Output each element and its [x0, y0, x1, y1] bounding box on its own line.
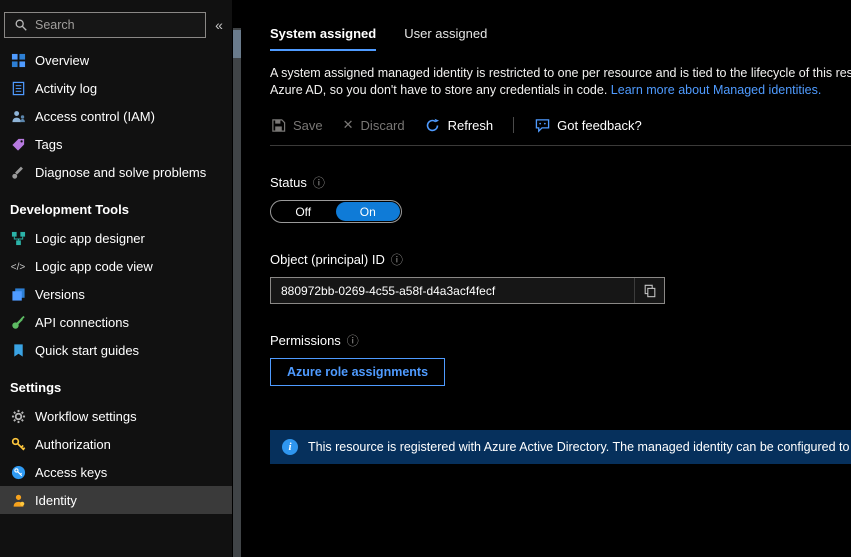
sidebar-item-identity[interactable]: Identity [0, 486, 232, 514]
sidebar-search-row: « [0, 0, 232, 46]
permissions-label: Permissions [270, 333, 341, 348]
sidebar-item-workflow-settings[interactable]: Workflow settings [0, 402, 232, 430]
sidebar-item-label: Overview [35, 52, 90, 68]
object-id-input[interactable] [271, 278, 634, 303]
toolbar-divider [270, 145, 851, 146]
sidebar-item-label: Versions [35, 286, 85, 302]
sidebar-item-activity-log[interactable]: Activity log [0, 74, 232, 102]
sidebar-section-settings: Settings [10, 379, 62, 395]
toggle-off-option[interactable]: Off [271, 205, 336, 219]
sidebar-scrollbar[interactable] [232, 0, 242, 557]
key-icon [10, 436, 26, 452]
resource-sidebar: « Overview Activity log Access control (… [0, 0, 232, 557]
info-banner: i This resource is registered with Azure… [270, 430, 851, 464]
save-button[interactable]: Save [270, 117, 323, 133]
azure-role-assignments-button[interactable]: Azure role assignments [270, 358, 446, 386]
access-control-icon [10, 108, 26, 124]
banner-text: This resource is registered with Azure A… [308, 440, 851, 454]
permissions-info-icon[interactable]: ⓘ [347, 332, 359, 349]
quick-start-icon [10, 342, 26, 358]
sidebar-item-label: Access keys [35, 464, 108, 480]
discard-icon: ✕ [342, 117, 354, 132]
feedback-icon [534, 117, 550, 133]
sidebar-item-quick-start-guides[interactable]: Quick start guides [0, 336, 232, 364]
sidebar-item-label: Authorization [35, 436, 111, 452]
scrollbar-thumb[interactable] [233, 30, 241, 58]
sidebar-section-development-tools: Development Tools [10, 201, 129, 217]
sidebar-item-tags[interactable]: Tags [0, 130, 232, 158]
collapse-sidebar-icon[interactable]: « [210, 17, 228, 33]
refresh-icon [425, 117, 441, 133]
sidebar-item-logic-app-code-view[interactable]: </> Logic app code view [0, 252, 232, 280]
identity-pane: System assigned User assigned A system a… [242, 0, 851, 557]
api-connections-icon [10, 314, 26, 330]
feedback-label: Got feedback? [557, 117, 642, 133]
description-line2-text: Azure AD, so you don't have to store any… [270, 83, 608, 97]
identity-icon [10, 492, 26, 508]
discard-label: Discard [360, 117, 405, 133]
search-icon [13, 17, 29, 33]
description-line1: A system assigned managed identity is re… [270, 66, 851, 80]
object-id-field [270, 277, 665, 304]
status-label-row: Status ⓘ [270, 174, 851, 191]
learn-more-link[interactable]: Learn more about Managed identities. [611, 83, 822, 97]
search-box[interactable] [4, 12, 206, 38]
sidebar-item-label: Workflow settings [35, 408, 137, 424]
sidebar-item-label: API connections [35, 314, 129, 330]
status-info-icon[interactable]: ⓘ [313, 174, 325, 191]
tab-user-assigned[interactable]: User assigned [404, 26, 487, 51]
discard-button[interactable]: ✕ Discard [343, 117, 405, 133]
sidebar-item-label: Access control (IAM) [35, 108, 155, 124]
status-toggle[interactable]: Off On [270, 200, 402, 223]
object-id-label: Object (principal) ID [270, 252, 385, 267]
designer-icon [10, 230, 26, 246]
tab-system-assigned[interactable]: System assigned [270, 26, 377, 51]
save-label: Save [293, 117, 323, 133]
tag-icon [10, 136, 26, 152]
sidebar-item-label: Diagnose and solve problems [35, 164, 207, 180]
status-label: Status [270, 175, 307, 190]
save-icon [270, 117, 286, 133]
sidebar-item-logic-app-designer[interactable]: Logic app designer [0, 224, 232, 252]
code-view-icon: </> [10, 258, 26, 274]
activity-log-icon [10, 80, 26, 96]
overview-icon [10, 52, 26, 68]
sidebar-item-versions[interactable]: Versions [0, 280, 232, 308]
sidebar-item-api-connections[interactable]: API connections [0, 308, 232, 336]
description: A system assigned managed identity is re… [270, 65, 851, 99]
command-bar: Save ✕ Discard Refresh Got feedback? [270, 117, 851, 133]
copy-icon [642, 283, 658, 299]
refresh-button[interactable]: Refresh [425, 117, 494, 133]
azure-portal-window: « Overview Activity log Access control (… [0, 0, 851, 557]
sidebar-item-label: Logic app code view [35, 258, 153, 274]
sidebar-item-label: Activity log [35, 80, 98, 96]
feedback-button[interactable]: Got feedback? [534, 117, 642, 133]
svg-text:</>: </> [11, 262, 26, 273]
tab-bar: System assigned User assigned [270, 26, 851, 51]
toggle-on-option[interactable]: On [335, 202, 400, 221]
sidebar-item-access-keys[interactable]: Access keys [0, 458, 232, 486]
versions-icon [10, 286, 26, 302]
scrollbar-track[interactable] [233, 28, 241, 557]
access-keys-icon [10, 464, 26, 480]
object-id-label-row: Object (principal) ID ⓘ [270, 251, 851, 268]
sidebar-item-label: Logic app designer [35, 230, 145, 246]
sidebar-item-label: Tags [35, 136, 63, 152]
search-input[interactable] [35, 18, 197, 32]
banner-info-icon: i [282, 439, 298, 455]
description-line2: Azure AD, so you don't have to store any… [270, 82, 851, 99]
diagnose-icon [10, 164, 26, 180]
sidebar-item-label: Quick start guides [35, 342, 140, 358]
sidebar-item-diagnose[interactable]: Diagnose and solve problems [0, 158, 232, 186]
sidebar-item-authorization[interactable]: Authorization [0, 430, 232, 458]
copy-button[interactable] [634, 278, 664, 303]
permissions-label-row: Permissions ⓘ [270, 332, 851, 349]
sidebar-item-label: Identity [35, 492, 77, 508]
sidebar-item-access-control[interactable]: Access control (IAM) [0, 102, 232, 130]
refresh-label: Refresh [447, 117, 494, 133]
sidebar-item-overview[interactable]: Overview [0, 46, 232, 74]
object-id-info-icon[interactable]: ⓘ [391, 251, 403, 268]
gear-icon [10, 408, 26, 424]
toolbar-separator [513, 117, 515, 133]
